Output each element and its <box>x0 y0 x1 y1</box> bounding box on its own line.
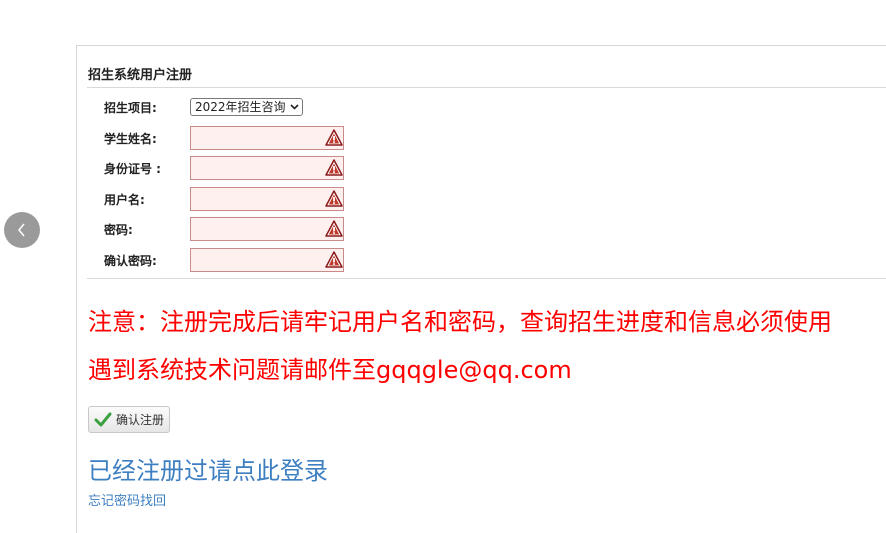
username-row: 用户名: <box>104 187 344 211</box>
panel-title: 招生系统用户注册 <box>88 68 193 83</box>
password-input[interactable] <box>190 217 344 241</box>
registration-panel: 招生系统用户注册 招生项目: 2022年招生咨询 学生姓名: 身份证号 : 用户… <box>76 45 886 533</box>
notice-line-1: 注意：注册完成后请牢记用户名和密码，查询招生进度和信息必须使用 <box>88 308 832 336</box>
id-number-input[interactable] <box>190 156 344 180</box>
project-label: 招生项目: <box>104 101 157 115</box>
student-name-row: 学生姓名: <box>104 126 344 150</box>
username-input[interactable] <box>190 187 344 211</box>
student-name-input[interactable] <box>190 126 344 150</box>
warning-triangle-icon <box>325 220 343 237</box>
project-select[interactable]: 2022年招生咨询 <box>190 98 303 116</box>
id-number-label: 身份证号 : <box>104 162 161 176</box>
forgot-password-link[interactable]: 忘记密码找回 <box>88 490 166 509</box>
confirm-password-row: 确认密码: <box>104 248 344 272</box>
project-select-value: 2022年招生咨询 <box>195 100 286 114</box>
id-number-row: 身份证号 : <box>104 156 344 180</box>
warning-triangle-icon <box>325 129 343 146</box>
divider <box>87 278 886 279</box>
checkmark-icon <box>94 412 112 426</box>
password-label: 密码: <box>104 223 133 237</box>
username-label: 用户名: <box>104 193 145 207</box>
password-row: 密码: <box>104 217 344 241</box>
project-row: 招生项目: 2022年招生咨询 <box>104 95 344 119</box>
student-name-label: 学生姓名: <box>104 132 157 146</box>
carousel-prev-button[interactable] <box>4 212 40 248</box>
warning-triangle-icon <box>325 251 343 268</box>
warning-triangle-icon <box>325 159 343 176</box>
confirm-register-label: 确认注册 <box>116 413 165 427</box>
chevron-down-icon <box>290 104 299 110</box>
confirm-password-input[interactable] <box>190 248 344 272</box>
notice-line-2: 遇到系统技术问题请邮件至gqqgle@qq.com <box>88 356 572 384</box>
warning-triangle-icon <box>325 190 343 207</box>
confirm-register-button[interactable]: 确认注册 <box>88 406 170 433</box>
chevron-left-icon <box>18 223 25 237</box>
divider <box>87 87 886 88</box>
confirm-password-label: 确认密码: <box>104 254 157 268</box>
login-link[interactable]: 已经注册过请点此登录 <box>88 451 328 486</box>
